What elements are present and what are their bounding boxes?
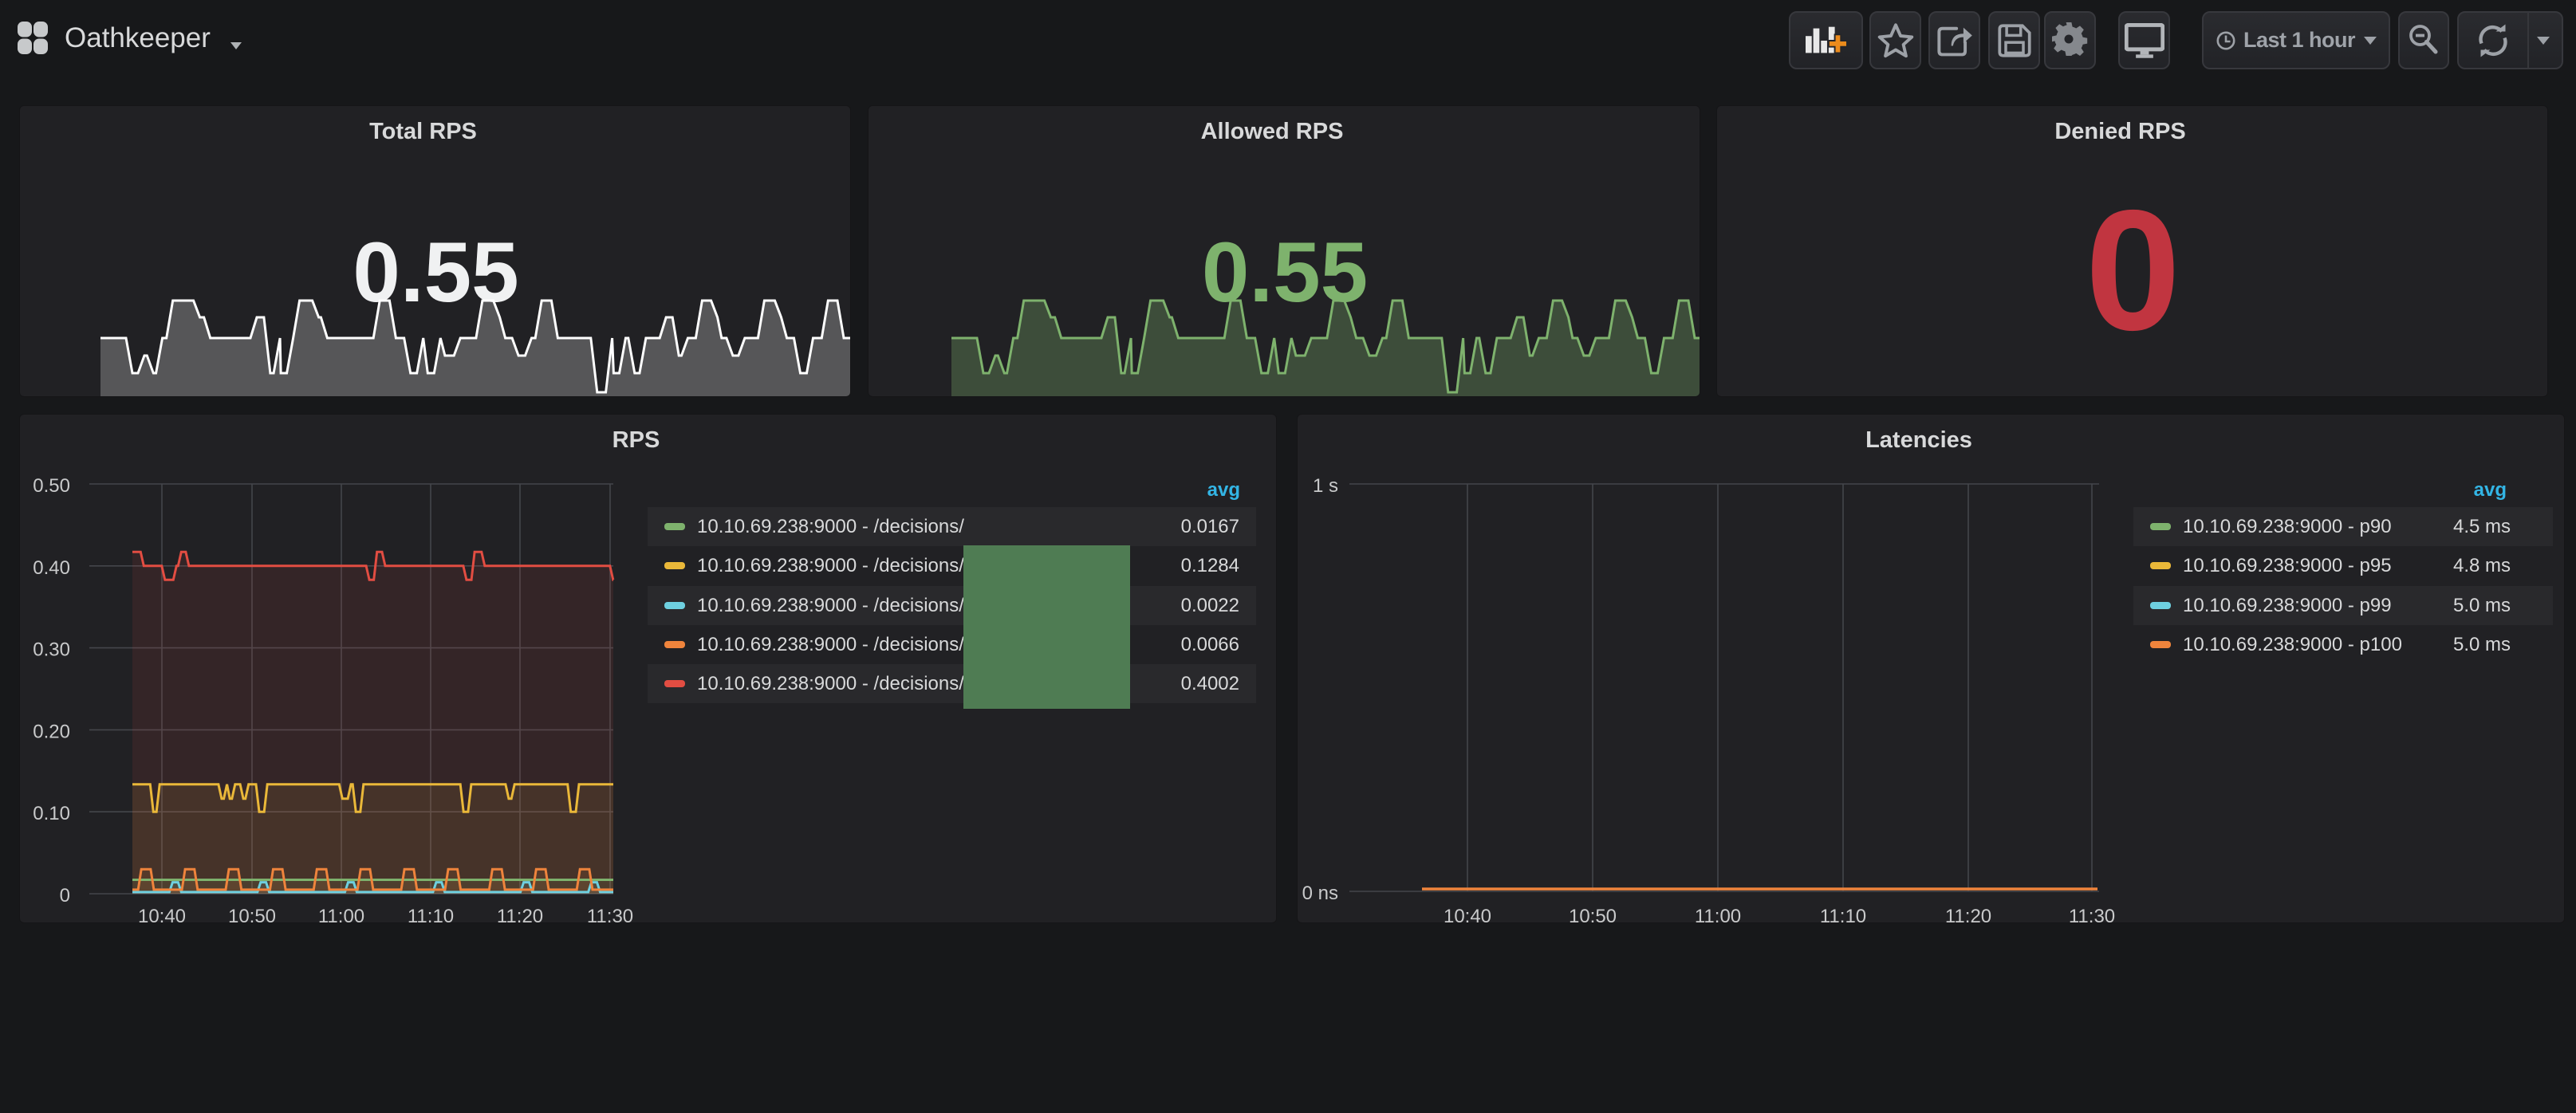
svg-text:0 ns: 0 ns [1302, 883, 1338, 904]
svg-text:10:40: 10:40 [1444, 906, 1491, 923]
svg-text:11:20: 11:20 [497, 906, 543, 923]
svg-text:11:10: 11:10 [408, 906, 454, 923]
svg-text:10:50: 10:50 [1569, 906, 1617, 923]
svg-text:0: 0 [60, 885, 70, 907]
svg-text:1 s: 1 s [1313, 475, 1338, 497]
svg-text:11:10: 11:10 [1820, 906, 1866, 923]
svg-text:0.20: 0.20 [33, 721, 70, 742]
svg-text:11:30: 11:30 [2069, 906, 2115, 923]
svg-text:11:30: 11:30 [587, 906, 633, 923]
svg-text:11:00: 11:00 [318, 906, 364, 923]
svg-text:11:20: 11:20 [1945, 906, 1991, 923]
svg-text:0.10: 0.10 [33, 803, 70, 824]
svg-text:11:00: 11:00 [1695, 906, 1741, 923]
svg-text:0.50: 0.50 [33, 475, 70, 497]
svg-text:10:50: 10:50 [228, 906, 276, 923]
svg-text:10:40: 10:40 [138, 906, 186, 923]
svg-text:0.30: 0.30 [33, 639, 70, 661]
svg-text:0.40: 0.40 [33, 557, 70, 579]
